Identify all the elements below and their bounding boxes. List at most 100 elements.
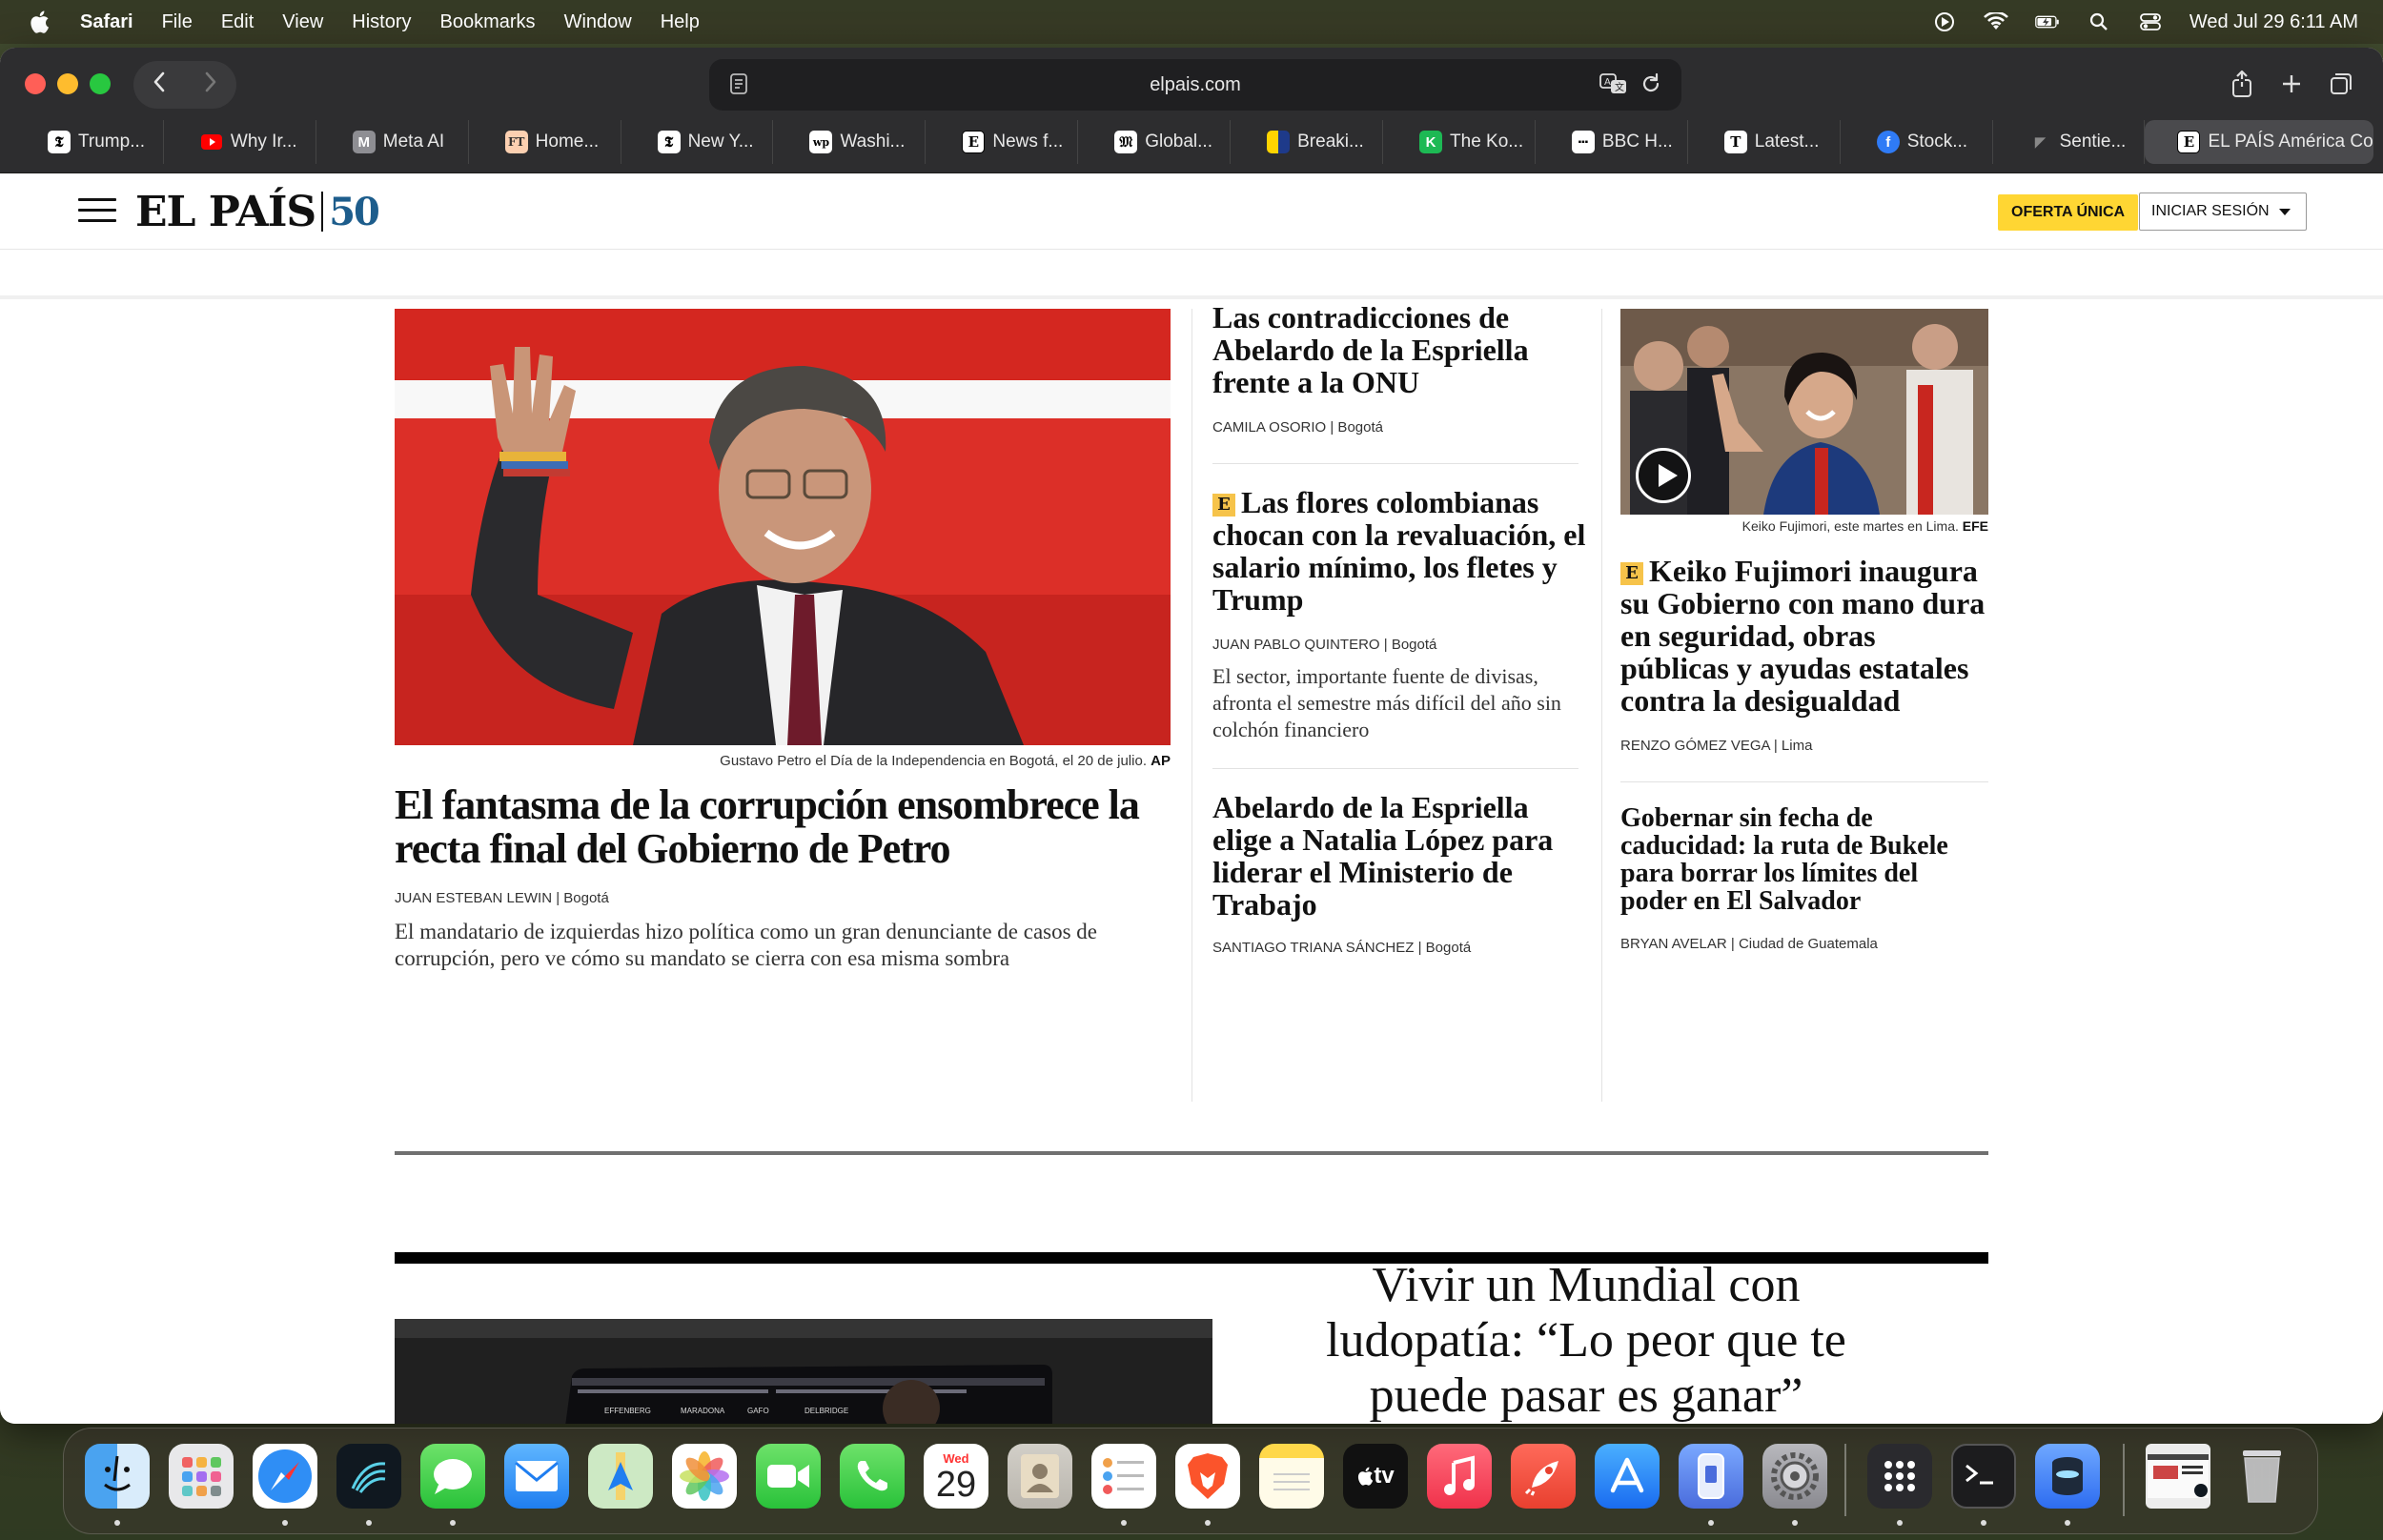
launchpad-grid-icon[interactable]	[1867, 1444, 1932, 1509]
tab-breaking[interactable]: Breaki...	[1231, 120, 1384, 164]
tab-nyt[interactable]: 𝕿 New Y...	[621, 120, 774, 164]
story-title[interactable]: E Keiko Fujimori inaugura su Gobierno con…	[1620, 555, 1988, 717]
battery-icon[interactable]	[2035, 11, 2060, 32]
photos-icon[interactable]	[672, 1444, 737, 1509]
author-link[interactable]: JUAN ESTEBAN LEWIN	[395, 890, 552, 906]
app-store-icon[interactable]	[1595, 1444, 1660, 1509]
window-minimize-button[interactable]	[57, 73, 78, 94]
calendar-icon[interactable]: Wed 29	[924, 1444, 988, 1509]
hamburger-menu-icon[interactable]	[78, 198, 116, 225]
screen-name: EFFENBERG	[604, 1407, 651, 1415]
notes-icon[interactable]	[1259, 1444, 1324, 1509]
menu-bookmarks[interactable]: Bookmarks	[440, 11, 536, 33]
tab-latest[interactable]: T Latest...	[1688, 120, 1841, 164]
story-byline: CAMILA OSORIO | Bogotá	[1212, 419, 1383, 436]
finder-icon[interactable]	[85, 1444, 150, 1509]
rocket-icon[interactable]	[1511, 1444, 1576, 1509]
reload-icon[interactable]	[1640, 72, 1664, 97]
lead-story-image[interactable]	[395, 309, 1171, 745]
translate-icon[interactable]: A文	[1599, 72, 1628, 97]
tab-washington-post[interactable]: wp Washi...	[773, 120, 927, 164]
tab-el-pais[interactable]: E EL PAÍS América Col...	[2145, 120, 2373, 164]
contacts-icon[interactable]	[1008, 1444, 1072, 1509]
menu-help[interactable]: Help	[661, 11, 700, 33]
dock-separator	[1844, 1444, 1846, 1516]
author-link[interactable]: CAMILA OSORIO	[1212, 419, 1326, 436]
forward-button[interactable]	[192, 61, 230, 109]
wifi-icon[interactable]	[1983, 11, 2008, 32]
caption-text: Gustavo Petro el Día de la Independencia…	[720, 753, 1147, 769]
trash-icon[interactable]	[2230, 1444, 2294, 1509]
maps-icon[interactable]	[588, 1444, 653, 1509]
play-video-icon[interactable]	[1636, 448, 1691, 503]
screenshot-thumbnail-icon[interactable]	[2146, 1444, 2210, 1509]
story-title[interactable]: Abelardo de la Espriella elige a Natalia…	[1212, 791, 1594, 921]
perplexity-icon[interactable]	[336, 1444, 401, 1509]
share-icon[interactable]	[2225, 67, 2259, 101]
safari-icon[interactable]	[253, 1444, 317, 1509]
window-close-button[interactable]	[25, 73, 46, 94]
menu-view[interactable]: View	[282, 11, 323, 33]
story-title[interactable]: Las contradicciones de Abelardo de la Es…	[1212, 301, 1594, 398]
author-link[interactable]: RENZO GÓMEZ VEGA	[1620, 738, 1770, 754]
logo-divider	[321, 192, 324, 232]
author-link[interactable]: JUAN PABLO QUINTERO	[1212, 637, 1380, 653]
reminders-icon[interactable]	[1091, 1444, 1156, 1509]
facetime-icon[interactable]	[756, 1444, 821, 1509]
screen-record-icon[interactable]	[1932, 11, 1957, 32]
story-title[interactable]: E Las flores colombianas chocan con la re…	[1212, 486, 1594, 616]
music-icon[interactable]	[1427, 1444, 1492, 1509]
running-indicator	[1792, 1520, 1798, 1526]
author-link[interactable]: BRYAN AVELAR	[1620, 936, 1727, 952]
story-summary: El sector, importante fuente de divisas,…	[1212, 664, 1561, 741]
breaking-icon	[1267, 131, 1291, 153]
tab-why-ir[interactable]: Why Ir...	[164, 120, 316, 164]
lead-story-title[interactable]: El fantasma de la corrupción ensombrece …	[395, 783, 1186, 871]
address-url[interactable]: elpais.com	[1150, 74, 1241, 96]
apple-tv-icon[interactable]: tv	[1343, 1444, 1408, 1509]
site-logo[interactable]: EL PAÍS 50	[135, 185, 380, 238]
iphone-mirroring-icon[interactable]	[1679, 1444, 1743, 1509]
messages-icon[interactable]	[420, 1444, 485, 1509]
tab-overview-icon[interactable]	[2324, 67, 2358, 101]
setapp-icon[interactable]	[2035, 1444, 2100, 1509]
spotlight-search-icon[interactable]	[2087, 11, 2111, 32]
phone-icon[interactable]	[840, 1444, 905, 1509]
tab-ft-home[interactable]: FT Home...	[469, 120, 621, 164]
brave-icon[interactable]	[1175, 1444, 1240, 1509]
system-settings-icon[interactable]	[1762, 1444, 1827, 1509]
tab-bbc[interactable]: ▪▪▪ BBC H...	[1536, 120, 1688, 164]
feature-story-title[interactable]: Vivir un Mundial con ludopatía: “Lo peor…	[1319, 1258, 1853, 1424]
apple-menu-icon[interactable]	[25, 8, 53, 36]
feature-story-image[interactable]: EFFENBERG MARADONA GAFO DELBRIDGE	[395, 1319, 1212, 1424]
mail-icon[interactable]	[504, 1444, 569, 1509]
menu-file[interactable]: File	[162, 11, 193, 33]
address-bar[interactable]: elpais.com A文	[709, 59, 1681, 111]
author-link[interactable]: SANTIAGO TRIANA SÁNCHEZ	[1212, 940, 1414, 956]
new-tab-icon[interactable]	[2274, 67, 2309, 101]
tab-the-ko[interactable]: K The Ko...	[1383, 120, 1536, 164]
launchpad-icon[interactable]	[169, 1444, 234, 1509]
menu-clock[interactable]: Wed Jul 29 6:11 AM	[2190, 11, 2358, 33]
menu-window[interactable]: Window	[564, 11, 632, 33]
menu-history[interactable]: History	[352, 11, 411, 33]
window-zoom-button[interactable]	[90, 73, 111, 94]
keiko-video-thumbnail[interactable]	[1620, 309, 1988, 515]
control-center-icon[interactable]	[2138, 11, 2163, 32]
reader-list-icon[interactable]	[728, 72, 753, 97]
tab-global[interactable]: 𝔐 Global...	[1078, 120, 1232, 164]
back-button[interactable]	[140, 61, 178, 109]
tab-label: Washi...	[840, 132, 906, 152]
menu-app-name[interactable]: Safari	[80, 11, 133, 33]
story-title[interactable]: Gobernar sin fecha de caducidad: la ruta…	[1620, 804, 1988, 915]
tab-sentient[interactable]: ◤ Sentie...	[1993, 120, 2146, 164]
terminal-icon[interactable]	[1951, 1444, 2016, 1509]
tab-stock[interactable]: f Stock...	[1841, 120, 1993, 164]
login-button[interactable]: INICIAR SESIÓN	[2139, 192, 2307, 231]
offer-button[interactable]: OFERTA ÚNICA	[1998, 194, 2139, 231]
menu-edit[interactable]: Edit	[221, 11, 254, 33]
tab-trump[interactable]: 𝕿 Trump...	[11, 120, 164, 164]
running-indicator	[1897, 1520, 1903, 1526]
tab-meta-ai[interactable]: M Meta AI	[316, 120, 469, 164]
tab-news[interactable]: E News f...	[926, 120, 1079, 164]
